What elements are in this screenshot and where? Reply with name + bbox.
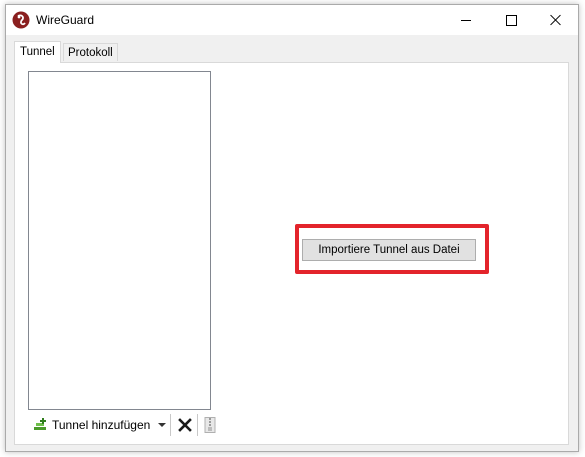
window-title: WireGuard	[36, 13, 95, 27]
add-tunnel-icon	[34, 418, 46, 430]
tab-protokoll[interactable]: Protokoll	[63, 43, 118, 61]
tunnel-list[interactable]	[28, 71, 211, 410]
close-button[interactable]	[534, 5, 578, 35]
toolbar-separator	[170, 414, 171, 436]
wireguard-logo-icon	[12, 11, 30, 29]
tunnel-toolbar: Tunnel hinzufügen	[30, 412, 230, 440]
tunnel-tab-panel: Tunnel hinzufügen Importiere Tunnel aus …	[14, 62, 569, 445]
export-zip-icon[interactable]	[204, 417, 216, 433]
maximize-button[interactable]	[489, 5, 533, 35]
toolbar-separator	[197, 414, 198, 436]
delete-x-icon[interactable]	[178, 418, 192, 432]
tab-tunnel[interactable]: Tunnel	[14, 41, 61, 63]
chevron-down-icon[interactable]	[158, 423, 166, 427]
maximize-icon	[505, 14, 517, 26]
title-bar[interactable]: WireGuard	[6, 5, 578, 35]
import-tunnel-button[interactable]: Importiere Tunnel aus Datei	[302, 239, 476, 261]
minimize-icon	[461, 19, 471, 21]
minimize-button[interactable]	[444, 5, 488, 35]
close-icon	[550, 14, 562, 26]
add-tunnel-label: Tunnel hinzufügen	[52, 418, 151, 432]
wireguard-window: WireGuard Tunnel Protokoll Tunnel hinzuf…	[5, 4, 579, 452]
